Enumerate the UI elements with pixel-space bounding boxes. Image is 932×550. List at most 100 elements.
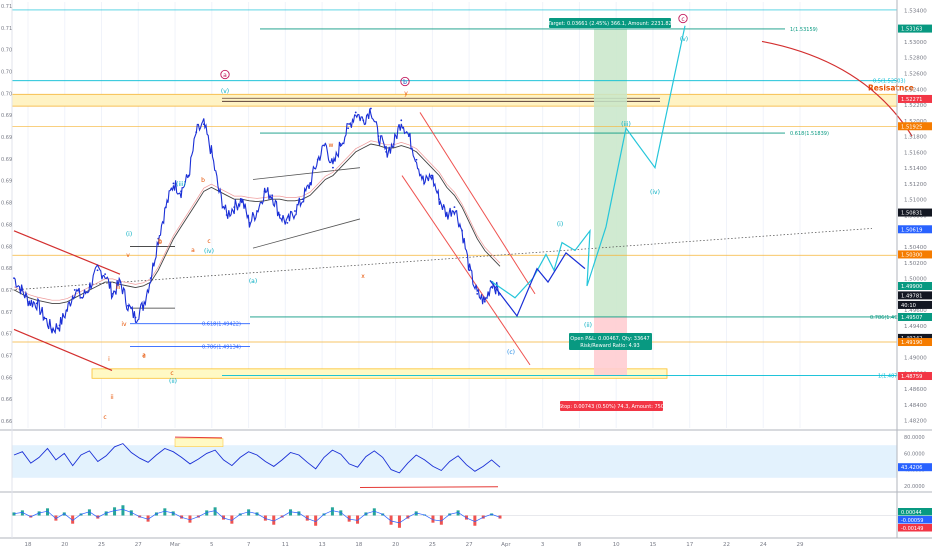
wave-label: b <box>158 238 162 245</box>
fib-level-label: 0.618(1.51839) <box>790 131 829 137</box>
oscillator2-badge-label: -0.00149 <box>901 526 923 532</box>
price-tick-label: 1.49000 <box>904 356 927 362</box>
histogram-bar <box>113 507 117 516</box>
price-point <box>445 214 448 216</box>
time-tick-label: 25 <box>429 542 436 548</box>
wave-label: (ii) <box>169 378 177 385</box>
price-tick-label: 1.53000 <box>904 40 927 46</box>
time-tick-label: Mar <box>170 542 181 548</box>
time-tick-label: 18 <box>25 542 32 548</box>
price-point <box>119 281 122 283</box>
time-tick-label: 17 <box>686 542 693 548</box>
price-point <box>407 135 410 138</box>
wave-label: (c) <box>507 349 515 356</box>
left-tick-label: 0.67 <box>1 310 12 316</box>
wave-label: y <box>404 90 408 97</box>
price-tick-label: 1.52200 <box>904 103 927 109</box>
price-point <box>301 198 304 201</box>
price-point <box>233 206 236 209</box>
support-zone <box>91 368 668 379</box>
fib-level-label: 1(1.53159) <box>790 27 818 33</box>
price-tick-label: 1.48400 <box>904 403 927 409</box>
chart-canvas[interactable]: Resisatnce 1(1.53159)0.5(1.52503)0.618(1… <box>0 0 932 550</box>
left-tick-label: 0.67 <box>1 332 12 338</box>
wave-label: x <box>361 273 365 280</box>
oscillator-band <box>12 445 897 478</box>
price-point <box>483 300 486 303</box>
price-point <box>240 198 243 201</box>
left-tick-label: 0.68 <box>1 244 12 250</box>
wave-label: v <box>126 252 130 259</box>
wave-label: (iii) <box>176 181 186 188</box>
time-tick-label: 20 <box>61 542 68 548</box>
price-point <box>96 269 99 272</box>
oscillator2-badge-label: 0.00044 <box>901 510 922 516</box>
price-point <box>210 150 213 153</box>
price-point <box>28 300 31 303</box>
price-point <box>392 143 395 145</box>
left-tick-label: 0.66 <box>1 375 12 381</box>
price-tick-label: 1.50200 <box>904 261 927 267</box>
left-tick-label: 0.66 <box>1 419 12 425</box>
target-zone <box>594 28 627 317</box>
time-tick-label: 11 <box>282 542 289 548</box>
wave-label: b <box>403 79 407 86</box>
time-tick-label: 29 <box>797 542 804 548</box>
fib-level-label: 0.618(1.49422) <box>202 322 241 328</box>
oscillator-badge-label: 43.4206 <box>901 465 922 471</box>
histogram-bar <box>163 508 167 516</box>
price-badge-label: 1.49781 <box>901 293 922 299</box>
wave-label: ii <box>110 394 114 401</box>
left-tick-label: 0.66 <box>1 397 12 403</box>
price-tick-label: 1.49400 <box>904 324 927 330</box>
wave-label: (iv) <box>204 248 214 255</box>
time-tick-label: 8 <box>578 542 582 548</box>
wave-label: a <box>142 352 146 359</box>
left-tick-label: 0.71 <box>1 4 12 10</box>
price-point <box>271 194 274 197</box>
price-tick-label: 1.48200 <box>904 419 927 425</box>
price-badge-label: 1.48759 <box>901 374 922 380</box>
time-tick-label: 27 <box>135 542 142 548</box>
price-tick-label: 1.48600 <box>904 387 927 393</box>
price-point <box>476 292 479 295</box>
time-tick-label: Apr <box>501 542 511 548</box>
price-point <box>309 182 312 185</box>
price-point <box>468 269 471 272</box>
histogram-bar <box>397 515 401 528</box>
risk-reward-text: Risk/Reward Ratio: 4.93 <box>580 343 640 349</box>
price-point <box>142 304 144 307</box>
price-point <box>324 143 327 145</box>
oscillator-tick: 80.0000 <box>904 435 925 441</box>
price-point <box>180 190 182 193</box>
price-point <box>81 296 84 299</box>
price-point <box>461 229 463 232</box>
price-point <box>218 190 220 193</box>
wave-label: c <box>170 370 173 377</box>
price-badge-label: 1.49900 <box>901 284 922 290</box>
price-badge-label: 1.50831 <box>901 211 922 217</box>
stop-box-text: Stop: 0.00743 (0.50%) 74.3, Amount: 750 <box>559 404 664 410</box>
price-point <box>430 174 433 177</box>
oscillator-highlight <box>174 438 224 447</box>
left-tick-label: 0.67 <box>1 288 12 294</box>
time-tick-label: 18 <box>355 542 362 548</box>
price-point <box>66 308 69 311</box>
wave-label: c <box>681 16 684 23</box>
wave-label: w <box>329 142 334 149</box>
price-point <box>202 123 205 126</box>
price-point <box>111 292 114 295</box>
price-point <box>248 221 251 224</box>
price-tick-label: 1.52800 <box>904 56 927 62</box>
price-point <box>51 328 53 331</box>
time-tick-label: 3 <box>541 542 545 548</box>
wave-label: (i) <box>126 231 132 238</box>
time-tick-label: 7 <box>247 542 251 548</box>
price-point <box>278 214 281 216</box>
price-tick-label: 1.50000 <box>904 277 927 283</box>
wave-label: a <box>191 247 195 254</box>
time-tick-label: 10 <box>613 542 620 548</box>
time-tick-label: 13 <box>319 542 326 548</box>
price-point <box>225 214 228 216</box>
price-point <box>400 119 403 122</box>
